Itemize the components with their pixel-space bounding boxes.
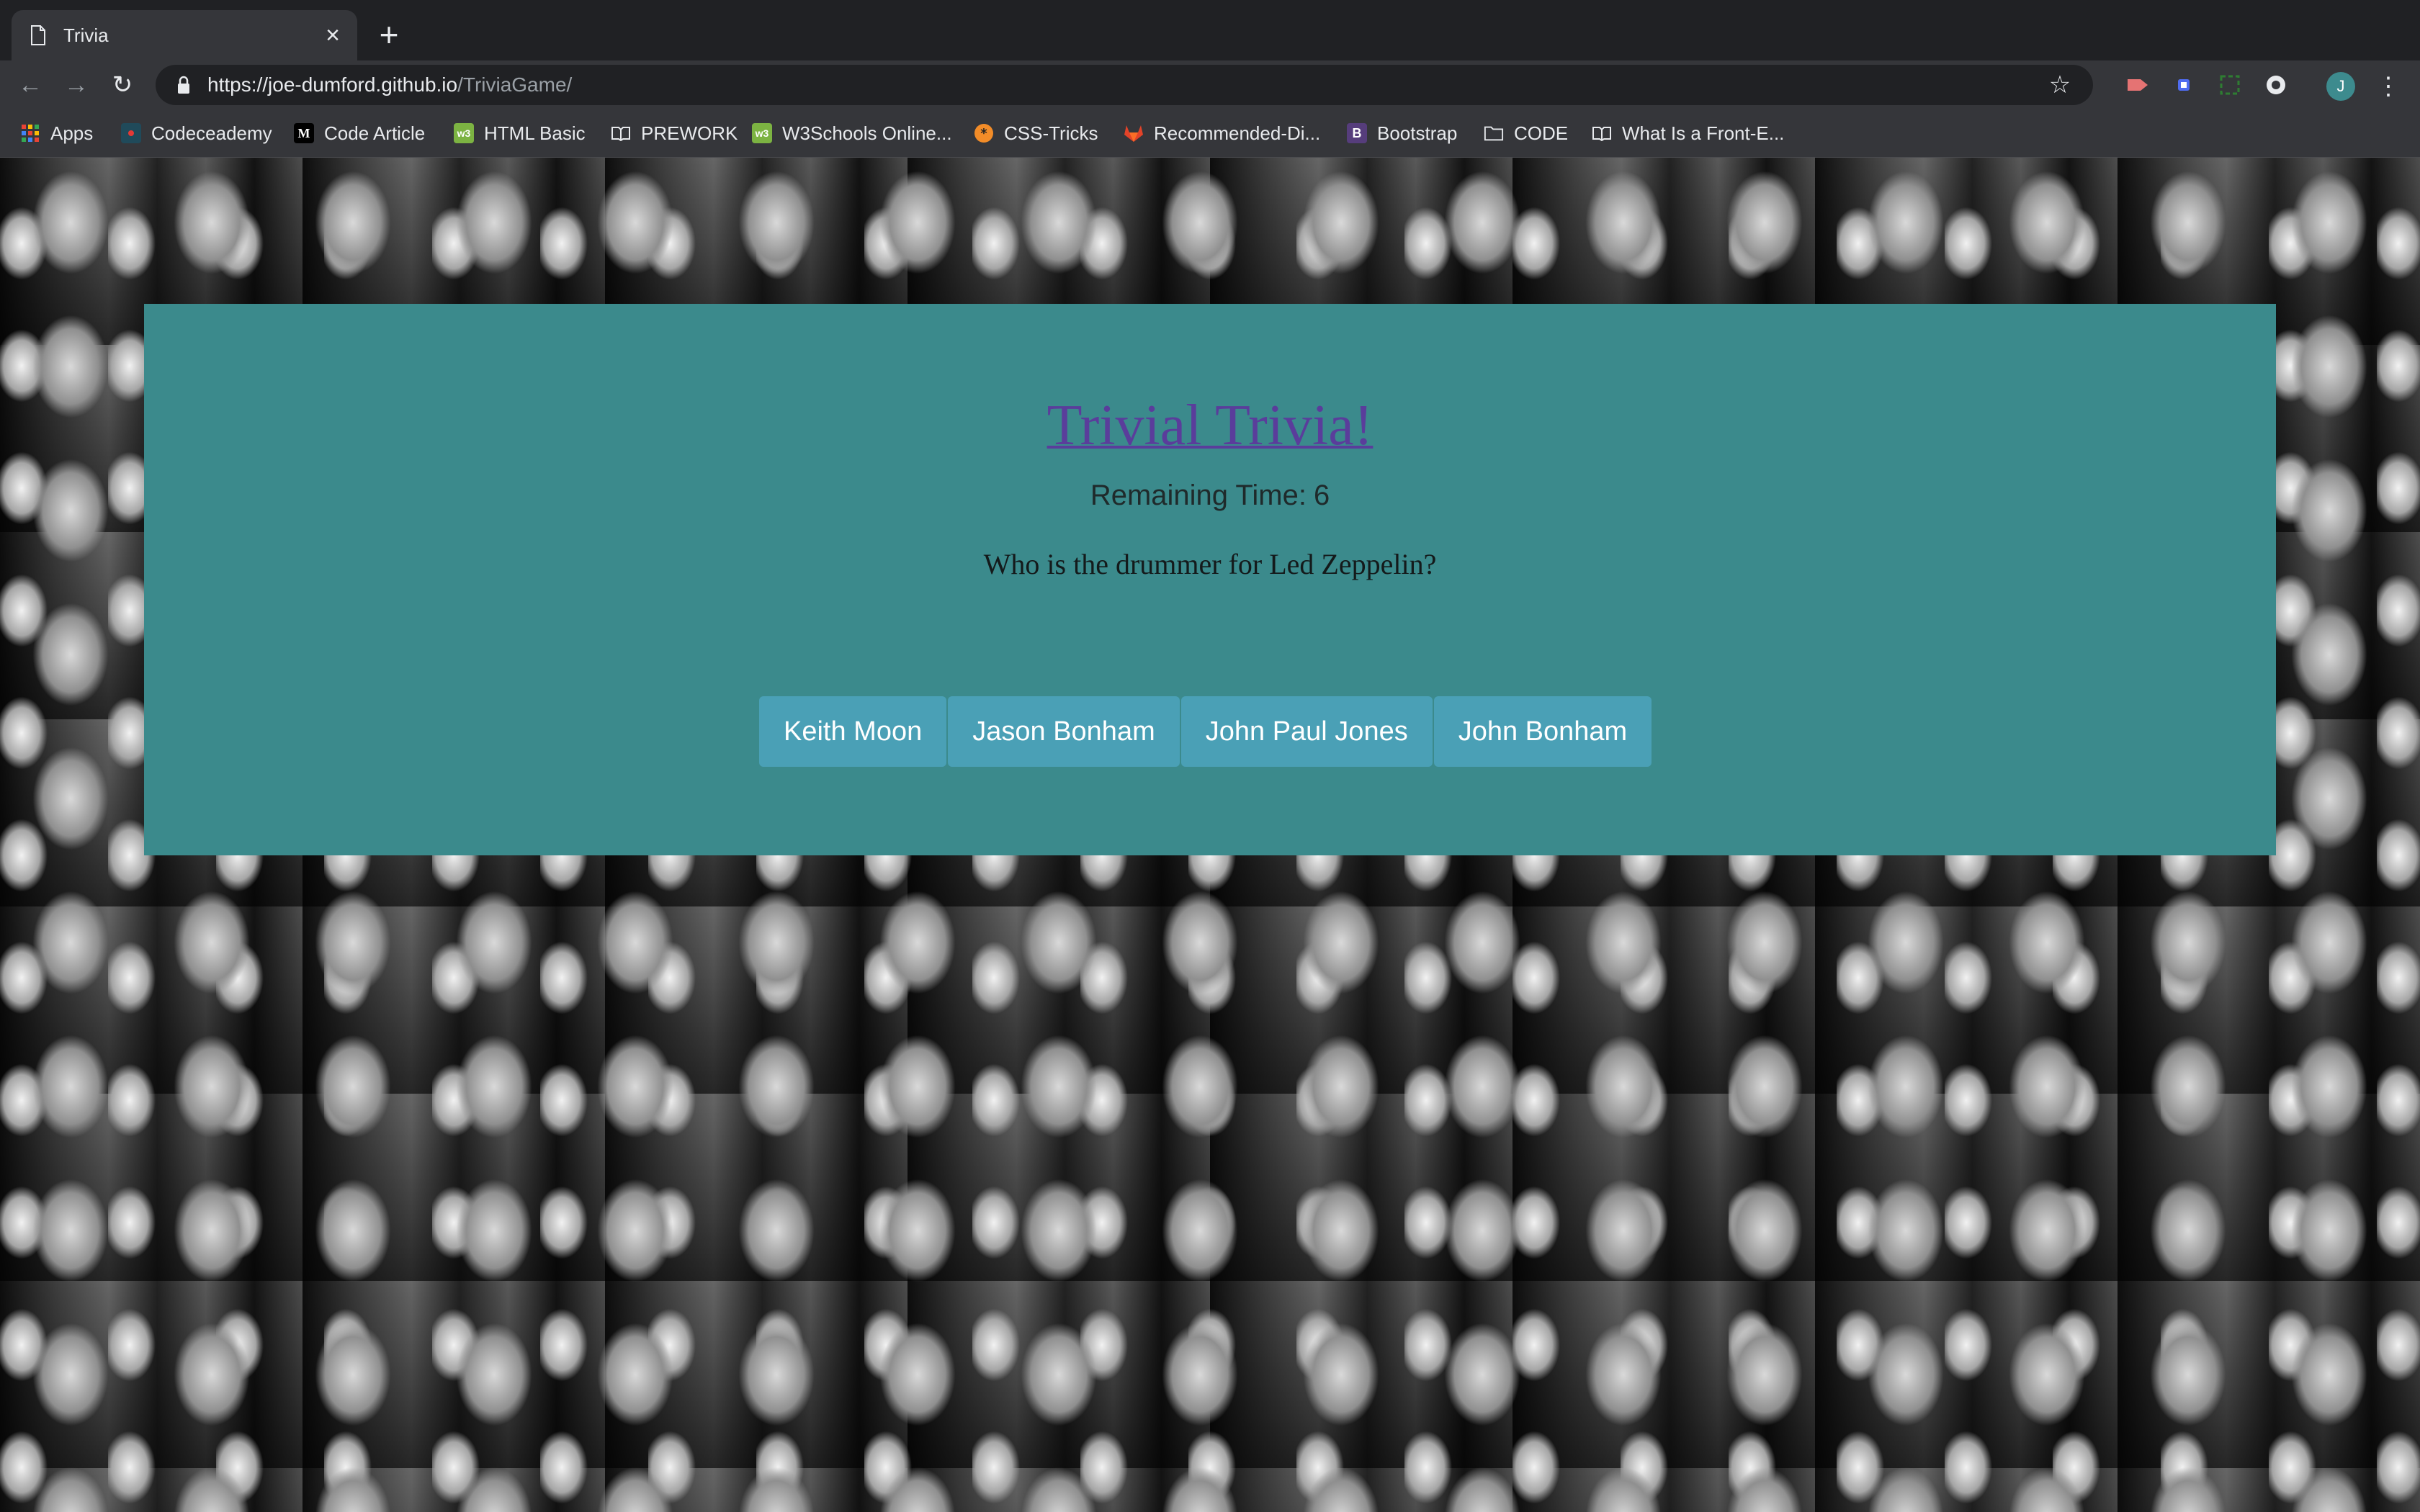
url-path: /TriviaGame/: [457, 73, 573, 96]
bookmark-code-folder[interactable]: CODE: [1484, 119, 1568, 148]
extension-green-icon[interactable]: [2217, 72, 2243, 98]
answer-button-keith-moon[interactable]: Keith Moon: [759, 696, 947, 767]
bookmark-label: Bootstrap: [1377, 122, 1458, 144]
forward-icon[interactable]: →: [62, 71, 91, 99]
tab-title: Trivia: [63, 24, 109, 46]
page-title[interactable]: Trivial Trivia!: [144, 393, 2276, 459]
question-text: Who is the drummer for Led Zeppelin?: [983, 548, 1437, 580]
rock-collage-background: Trivial Trivia! Remaining Time: 6 Who is …: [0, 158, 2420, 1512]
bookmark-css-tricks[interactable]: * CSS-Tricks: [974, 119, 1098, 148]
bookmark-label: CSS-Tricks: [1004, 122, 1098, 144]
bookmark-label: What Is a Front-E...: [1622, 122, 1785, 144]
medium-icon: M: [294, 123, 314, 143]
extension-red-icon[interactable]: [2125, 72, 2151, 98]
bookmark-front-end[interactable]: What Is a Front-E...: [1592, 119, 1784, 148]
bookmark-bootstrap[interactable]: B Bootstrap: [1347, 119, 1457, 148]
page-icon: [31, 25, 45, 45]
bookmark-label: Code Article: [324, 122, 426, 144]
bookmark-recommended[interactable]: Recommended-Di...: [1124, 119, 1320, 148]
codecademy-icon: [121, 123, 141, 143]
url-host: https://joe-dumford.github.io: [207, 73, 458, 96]
bookmark-label: Recommended-Di...: [1154, 122, 1321, 144]
bookmark-label: Apps: [50, 122, 94, 144]
folder-icon: [1484, 123, 1504, 143]
close-tab-icon[interactable]: ×: [318, 21, 347, 50]
back-icon[interactable]: ←: [16, 71, 45, 99]
css-tricks-icon: *: [974, 123, 994, 143]
bookmark-codeceademy[interactable]: Codeceademy: [121, 119, 272, 148]
extension-white-icon[interactable]: [2263, 72, 2289, 98]
gitlab-icon: [1124, 123, 1144, 143]
bootstrap-icon: B: [1347, 123, 1367, 143]
remaining-time-value: 6: [1313, 480, 1330, 511]
bookmark-label: CODE: [1514, 122, 1569, 144]
trivia-panel: Trivial Trivia! Remaining Time: 6 Who is …: [144, 304, 2276, 855]
bookmark-html-basic[interactable]: w3 HTML Basic: [454, 119, 586, 148]
answer-buttons: Keith Moon Jason Bonham John Paul Jones …: [759, 696, 1652, 767]
bookmark-label: HTML Basic: [484, 122, 586, 144]
remaining-time-label: Remaining Time:: [1090, 480, 1307, 511]
w3schools-icon: w3: [752, 123, 772, 143]
browser-menu-icon[interactable]: ⋮: [2374, 71, 2403, 102]
address-bar[interactable]: https://joe-dumford.github.io/TriviaGame…: [156, 65, 2093, 105]
reload-icon[interactable]: ↻: [108, 71, 137, 99]
answer-button-john-bonham[interactable]: John Bonham: [1433, 696, 1652, 767]
bookmark-apps[interactable]: Apps: [20, 119, 93, 148]
bookmark-code-article[interactable]: M Code Article: [294, 119, 425, 148]
bookmark-label: Codeceademy: [151, 122, 272, 144]
bookmark-w3schools[interactable]: w3 W3Schools Online...: [752, 119, 952, 148]
svg-text:*: *: [980, 126, 987, 141]
bookmark-label: PREWORK: [641, 122, 738, 144]
bookmark-prework[interactable]: PREWORK: [611, 119, 738, 148]
apps-grid-icon: [20, 123, 40, 143]
profile-avatar[interactable]: J: [2326, 72, 2355, 101]
new-tab-icon[interactable]: +: [372, 17, 406, 52]
browser-tab[interactable]: Trivia ×: [12, 10, 357, 60]
lock-icon: [178, 76, 189, 94]
bookmarks-bar: Apps Codeceademy M Code Article w3 HTML …: [0, 109, 2420, 158]
extension-blue-icon[interactable]: [2171, 72, 2197, 98]
tab-strip: Trivia × +: [0, 0, 2420, 60]
answer-button-jason-bonham[interactable]: Jason Bonham: [948, 696, 1180, 767]
reader-icon: [611, 123, 631, 143]
browser-toolbar: ← → ↻ https://joe-dumford.github.io/Triv…: [0, 60, 2420, 109]
w3schools-icon: w3: [454, 123, 474, 143]
answer-button-john-paul-jones[interactable]: John Paul Jones: [1180, 696, 1433, 767]
bookmark-star-icon[interactable]: ☆: [2045, 71, 2074, 99]
reader-icon: [1592, 123, 1612, 143]
bookmark-label: W3Schools Online...: [782, 122, 952, 144]
remaining-time: Remaining Time: 6: [144, 480, 2276, 512]
